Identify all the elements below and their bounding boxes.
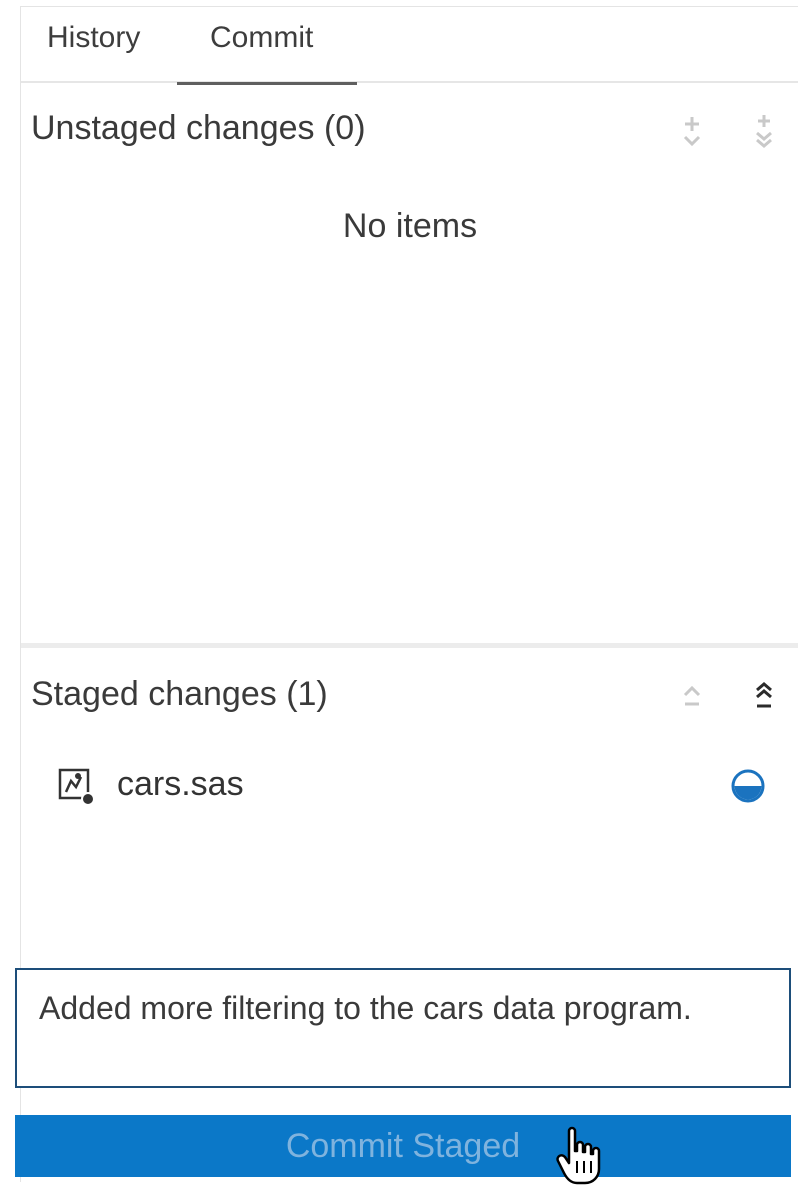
tab-commit-label: Commit (210, 21, 314, 54)
stage-icon[interactable] (677, 111, 707, 151)
active-tab-indicator (177, 82, 357, 85)
no-items-text: No items (342, 207, 478, 245)
unstaged-changes-title: Unstaged changes (0) (31, 109, 366, 147)
commit-message-input[interactable]: Added more filtering to the cars data pr… (15, 968, 791, 1088)
source-control-panel: History Commit Unstaged changes (0) No i… (15, 6, 798, 1185)
unstage-all-icon[interactable] (749, 675, 779, 715)
file-name: cars.sas (117, 765, 244, 803)
tab-bar: History Commit (21, 7, 798, 85)
section-divider (21, 643, 798, 648)
hand-cursor-icon (556, 1126, 601, 1185)
staged-file-item[interactable]: cars.sas (51, 759, 765, 813)
staged-changes-title: Staged changes (1) (31, 675, 328, 713)
unstage-icon[interactable] (677, 675, 707, 715)
stage-all-icon[interactable] (749, 111, 779, 151)
commit-staged-button[interactable]: Commit Staged (15, 1115, 791, 1177)
tab-history-label: History (47, 21, 141, 54)
tab-commit[interactable]: Commit (177, 7, 357, 85)
unstage-item-icon[interactable] (729, 767, 767, 805)
sas-program-icon (58, 768, 95, 806)
tab-history[interactable]: History (47, 21, 140, 81)
